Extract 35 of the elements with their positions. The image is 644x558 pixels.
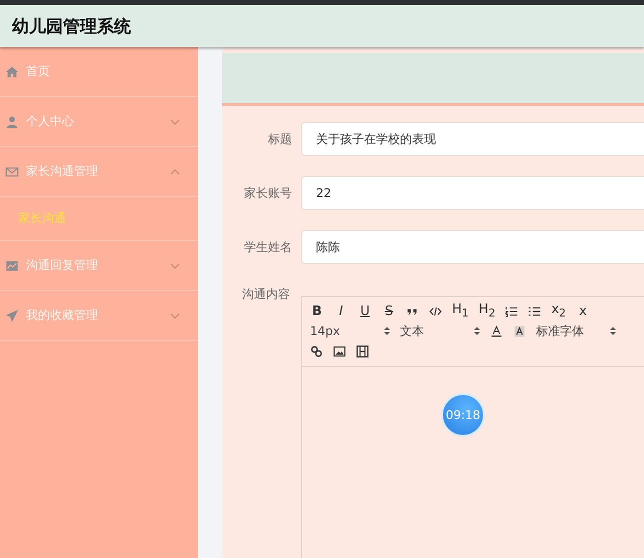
toolbar-button[interactable]: H$_{1}$ — [452, 302, 469, 320]
image-icon[interactable] — [333, 344, 346, 358]
toolbar-button[interactable]: S — [382, 304, 396, 318]
input-field[interactable]: 陈陈 — [301, 230, 644, 264]
bullet-list-icon[interactable] — [528, 304, 542, 318]
toolbar-dropdown[interactable]: 标准字体 — [536, 322, 616, 340]
toolbar-button[interactable]: x — [576, 304, 590, 318]
field-label: 沟通内容 — [241, 286, 291, 303]
toolbar-button[interactable]: x$_{2}$ — [551, 302, 566, 320]
field-label: 学生姓名 — [243, 238, 292, 256]
video-icon[interactable] — [356, 344, 369, 358]
paper-plane-icon — [5, 308, 19, 322]
chart-icon — [5, 258, 19, 272]
app-title: 幼儿园管理系统 — [12, 16, 131, 38]
field-label: 家长账号 — [243, 184, 292, 202]
code-icon[interactable] — [429, 304, 442, 318]
toolbar-dropdown[interactable]: 文本 — [400, 322, 480, 340]
field-label: 标题 — [267, 130, 292, 148]
input-field[interactable]: 22 — [301, 176, 644, 210]
sort-caret-icon — [474, 326, 480, 336]
toolbar-button[interactable]: U — [358, 304, 372, 318]
toolbar-button[interactable]: I — [334, 304, 348, 318]
user-icon — [5, 114, 19, 128]
sort-caret-icon — [610, 326, 616, 336]
toolbar-dropdown[interactable]: 14px — [310, 324, 390, 338]
text-color-icon[interactable] — [490, 324, 503, 338]
ordered-list-icon[interactable] — [505, 304, 518, 318]
sort-caret-icon — [384, 326, 390, 336]
background-color-icon[interactable] — [513, 324, 526, 338]
toolbar-button[interactable]: B — [310, 304, 324, 318]
input-field[interactable]: 关于孩子在学校的表现 — [301, 122, 644, 156]
toolbar-button[interactable]: H$_{2}$ — [478, 302, 496, 320]
link-icon[interactable] — [310, 344, 323, 358]
mail-icon — [5, 164, 19, 178]
home-icon — [5, 64, 19, 78]
